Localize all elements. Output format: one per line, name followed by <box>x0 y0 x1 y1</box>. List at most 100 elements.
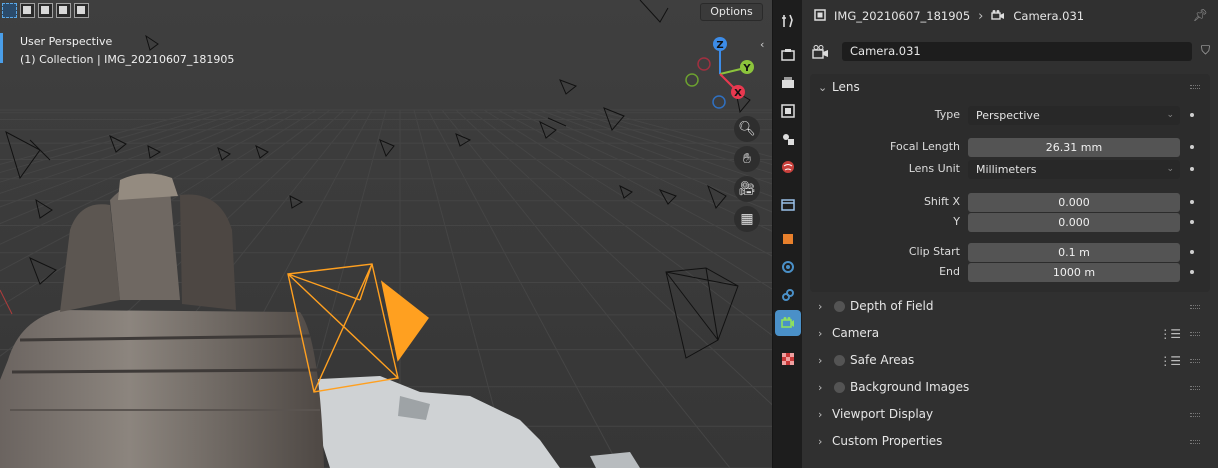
output-tab-icon[interactable] <box>775 70 801 96</box>
dof-title: Depth of Field <box>850 299 934 313</box>
viewport-display-header[interactable]: › Viewport Display <box>810 402 1210 426</box>
keyframe-dot-icon[interactable] <box>1190 113 1194 117</box>
camera-datablock-icon[interactable] <box>812 44 830 63</box>
texture-tab-icon[interactable] <box>775 346 801 372</box>
focal-length-field[interactable]: 26.31 mm <box>968 138 1180 157</box>
gizmo-neg-z-icon[interactable] <box>712 95 726 109</box>
constraints-tab-icon[interactable] <box>775 282 801 308</box>
select-intersect-icon[interactable] <box>74 3 89 18</box>
clip-start-row: Clip Start 0.1 m <box>810 243 1210 262</box>
datablock-row: Camera.031 ⛉ <box>810 42 1210 62</box>
clip-end-label: End <box>939 265 960 278</box>
presets-list-icon[interactable]: ⋮☰ <box>1159 327 1181 341</box>
drag-handle-icon[interactable] <box>1190 85 1200 89</box>
type-row: Type Perspective ⌄ <box>810 106 1210 125</box>
background-images-toggle[interactable] <box>834 381 845 393</box>
chevron-right-icon: › <box>818 434 823 448</box>
safe-areas-toggle[interactable] <box>834 354 845 366</box>
svg-text:Y: Y <box>742 63 751 74</box>
camera-header[interactable]: › Camera ⋮☰ <box>810 321 1210 345</box>
selection-mode-group <box>2 3 89 18</box>
view-name: User Perspective <box>20 35 113 48</box>
lens-panel: ⌄ Lens Type Perspective ⌄ Focal Length 26… <box>810 74 1210 292</box>
chevron-right-icon: › <box>818 299 823 313</box>
breadcrumb-object[interactable]: IMG_20210607_181905 <box>834 9 970 23</box>
breadcrumb-camera[interactable]: Camera.031 <box>1013 9 1084 23</box>
lens-unit-dropdown[interactable]: Millimeters ⌄ <box>968 160 1180 179</box>
drag-handle-icon[interactable] <box>1190 386 1200 390</box>
scene-tab-icon[interactable] <box>775 126 801 152</box>
grid-perspective-icon[interactable]: ▦ <box>734 206 760 232</box>
chevron-right-icon: › <box>818 353 823 367</box>
clip-start-field[interactable]: 0.1 m <box>968 243 1180 262</box>
chevron-right-icon: › <box>818 326 823 340</box>
select-new-icon[interactable] <box>2 3 17 18</box>
shift-x-row: Shift X 0.000 <box>810 193 1210 212</box>
object-tab-icon[interactable] <box>775 226 801 252</box>
view-layer-tab-icon[interactable] <box>775 98 801 124</box>
datablock-name-field[interactable]: Camera.031 <box>842 42 1192 61</box>
custom-properties-title: Custom Properties <box>832 434 943 448</box>
3d-viewport[interactable]: Options User Perspective (1) Collection … <box>0 0 772 468</box>
select-subtract-icon[interactable] <box>38 3 53 18</box>
clip-start-label: Clip Start <box>908 245 960 258</box>
viewport-info: User Perspective (1) Collection | IMG_20… <box>20 33 234 69</box>
fake-user-shield-icon[interactable]: ⛉ <box>1201 43 1210 58</box>
zoom-icon[interactable]: 🔍︎ <box>734 116 760 142</box>
keyframe-dot-icon[interactable] <box>1190 250 1194 254</box>
svg-text:Z: Z <box>716 40 723 51</box>
type-value: Perspective <box>976 109 1040 122</box>
camera-title: Camera <box>832 326 880 340</box>
keyframe-dot-icon[interactable] <box>1190 270 1194 274</box>
focal-length-label: Focal Length <box>890 140 960 153</box>
keyframe-dot-icon[interactable] <box>1190 200 1194 204</box>
dof-toggle[interactable] <box>834 300 845 312</box>
gizmo-neg-y-icon[interactable] <box>685 73 699 87</box>
safe-areas-header[interactable]: › Safe Areas ⋮☰ <box>810 348 1210 372</box>
camera-view-icon[interactable]: 🎥︎ <box>734 176 760 202</box>
tool-tab-icon[interactable] <box>775 8 801 34</box>
clip-end-row: End 1000 m <box>810 263 1210 282</box>
navigation-gizmo[interactable]: Z Y X <box>680 34 760 114</box>
shift-x-field[interactable]: 0.000 <box>968 193 1180 212</box>
keyframe-dot-icon[interactable] <box>1190 167 1194 171</box>
pin-icon[interactable]: 📌︎ <box>1193 8 1208 22</box>
lens-header[interactable]: ⌄ Lens <box>810 74 1210 100</box>
properties-editor: IMG_20210607_181905 › Camera.031 📌︎ Came… <box>802 0 1218 468</box>
object-square-icon <box>814 8 826 24</box>
depth-of-field-header[interactable]: › Depth of Field <box>810 294 1210 318</box>
camera-data-tab-icon[interactable] <box>775 310 801 336</box>
drag-handle-icon[interactable] <box>1190 359 1200 363</box>
pan-hand-icon[interactable]: ✋︎ <box>734 146 760 172</box>
gizmo-neg-x-icon[interactable] <box>697 57 711 71</box>
drag-handle-icon[interactable] <box>1190 332 1200 336</box>
sidebar-toggle-icon[interactable]: ‹ <box>760 38 764 51</box>
dropdown-arrow-icon: ⌄ <box>1166 164 1174 174</box>
keyframe-dot-icon[interactable] <box>1190 220 1194 224</box>
background-images-header[interactable]: › Background Images <box>810 375 1210 399</box>
clip-end-field[interactable]: 1000 m <box>968 263 1180 282</box>
physics-tab-icon[interactable] <box>775 254 801 280</box>
collection-info: (1) Collection | IMG_20210607_181905 <box>20 53 235 66</box>
shift-y-row: Y 0.000 <box>810 213 1210 232</box>
keyframe-dot-icon[interactable] <box>1190 145 1194 149</box>
collection-tab-icon[interactable] <box>775 192 801 218</box>
custom-properties-header[interactable]: › Custom Properties <box>810 429 1210 453</box>
shift-y-label: Y <box>953 215 960 228</box>
select-extend-icon[interactable] <box>20 3 35 18</box>
lens-unit-row: Lens Unit Millimeters ⌄ <box>810 160 1210 179</box>
drag-handle-icon[interactable] <box>1190 413 1200 417</box>
camera-data-icon <box>991 9 1005 24</box>
drag-handle-icon[interactable] <box>1190 440 1200 444</box>
viewport-scene[interactable] <box>0 0 772 468</box>
select-invert-icon[interactable] <box>56 3 71 18</box>
shift-y-field[interactable]: 0.000 <box>968 213 1180 232</box>
world-tab-icon[interactable] <box>775 154 801 180</box>
drag-handle-icon[interactable] <box>1190 305 1200 309</box>
chevron-down-icon: ⌄ <box>818 80 828 94</box>
breadcrumb: IMG_20210607_181905 › Camera.031 📌︎ <box>802 0 1218 32</box>
render-tab-icon[interactable] <box>775 42 801 68</box>
options-button[interactable]: Options <box>700 3 763 21</box>
presets-list-icon[interactable]: ⋮☰ <box>1159 354 1181 368</box>
type-dropdown[interactable]: Perspective ⌄ <box>968 106 1180 125</box>
